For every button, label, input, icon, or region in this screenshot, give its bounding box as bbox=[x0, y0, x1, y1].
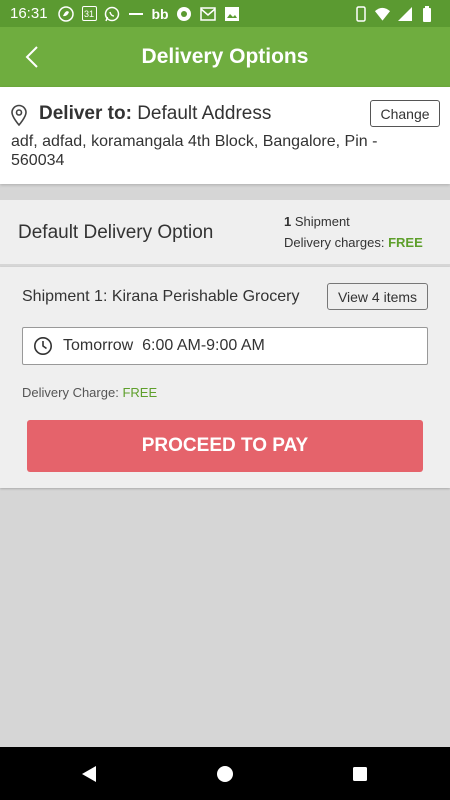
triangle-back-icon bbox=[82, 766, 96, 782]
address-text: adf, adfad, koramangala 4th Block, Banga… bbox=[11, 133, 378, 169]
shipment-count: 1 Shipment bbox=[284, 214, 350, 229]
deliver-to-line: Deliver to: Default Address bbox=[39, 103, 271, 125]
square-recents-icon bbox=[353, 767, 367, 781]
circle-home-icon bbox=[217, 766, 233, 782]
status-bar: 16:31 31 bb bbox=[0, 0, 450, 27]
nav-home-button[interactable] bbox=[214, 763, 236, 785]
gallery-icon bbox=[224, 5, 241, 22]
location-pin-icon bbox=[10, 104, 28, 131]
status-time: 16:31 bbox=[10, 5, 48, 22]
slot-day: Tomorrow bbox=[63, 337, 134, 354]
leaf-icon bbox=[58, 5, 75, 22]
proceed-to-pay-button[interactable]: PROCEED TO PAY bbox=[27, 420, 423, 472]
gmail-icon bbox=[200, 5, 217, 22]
back-button[interactable] bbox=[16, 41, 48, 73]
vibrate-icon bbox=[352, 5, 369, 22]
slot-time: 6:00 AM-9:00 AM bbox=[142, 337, 265, 354]
shipment-count-value: 1 bbox=[284, 214, 292, 229]
calendar-day: 31 bbox=[84, 8, 95, 19]
delivery-slot-selector[interactable]: Tomorrow 6:00 AM-9:00 AM bbox=[22, 327, 428, 365]
wifi-icon bbox=[374, 5, 391, 22]
app-bar: Delivery Options bbox=[0, 27, 450, 87]
whatsapp-icon bbox=[104, 5, 121, 22]
clock-icon bbox=[33, 336, 53, 356]
view-items-button[interactable]: View 4 items bbox=[327, 283, 428, 310]
chevron-left-icon bbox=[25, 46, 38, 68]
slot-spacer bbox=[133, 337, 142, 355]
delivery-charge-value: FREE bbox=[122, 385, 158, 400]
nav-back-button[interactable] bbox=[78, 763, 100, 785]
nav-recents-button[interactable] bbox=[349, 763, 371, 785]
summary-title: Default Delivery Option bbox=[18, 222, 214, 243]
deliver-to-label: Deliver to: bbox=[39, 103, 132, 124]
chrome-icon bbox=[176, 5, 193, 22]
page-title: Delivery Options bbox=[141, 45, 309, 68]
delivery-charge: Delivery Charge: FREE bbox=[22, 385, 157, 400]
battery-icon bbox=[418, 5, 435, 22]
calendar-icon: 31 bbox=[81, 6, 97, 21]
delivery-charges-label: Delivery charges: bbox=[284, 235, 385, 250]
bb-icon: bb bbox=[151, 5, 169, 22]
delivery-charges-summary: Delivery charges: FREE bbox=[284, 235, 423, 250]
dash-icon bbox=[128, 5, 145, 22]
signal-icon bbox=[396, 5, 413, 22]
change-address-button[interactable]: Change bbox=[370, 100, 440, 127]
system-icons bbox=[352, 5, 440, 22]
delivery-charges-value: FREE bbox=[388, 235, 423, 250]
system-nav-bar bbox=[0, 747, 450, 800]
delivery-charge-label: Delivery Charge: bbox=[22, 385, 119, 400]
shipment-count-label: Shipment bbox=[294, 214, 350, 229]
address-name: Default Address bbox=[137, 103, 272, 124]
shipment-title: Shipment 1: Kirana Perishable Grocery bbox=[22, 288, 300, 305]
